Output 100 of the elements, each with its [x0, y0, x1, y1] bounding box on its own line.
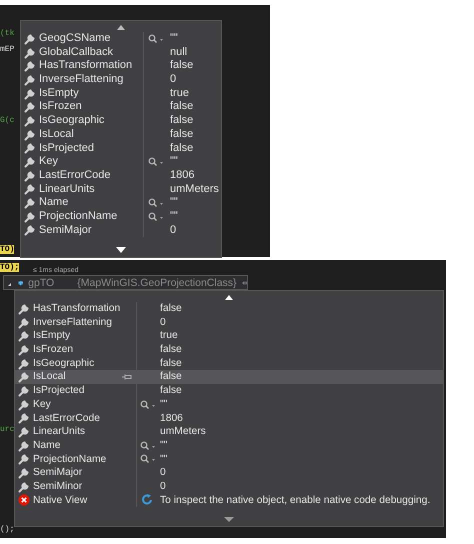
- property-value: false: [170, 114, 194, 128]
- code-text: TO): [0, 245, 14, 254]
- property-value: "": [160, 398, 168, 412]
- property-name: ProjectionName: [33, 452, 106, 466]
- wrench-icon: [24, 60, 36, 72]
- property-value: true: [160, 329, 178, 344]
- search-icon[interactable]: [140, 440, 156, 451]
- property-value: "": [170, 32, 178, 46]
- wrench-icon: [24, 128, 36, 141]
- wrench-icon: [24, 210, 36, 223]
- search-icon[interactable]: [148, 157, 164, 168]
- variable-name: gpTO: [28, 276, 54, 288]
- property-value: true: [170, 86, 189, 100]
- wrench-icon: [18, 371, 30, 384]
- property-name: SemiMinor: [33, 480, 82, 494]
- code-text: mEP: [0, 45, 14, 54]
- wrench-icon: [24, 114, 36, 127]
- property-value: false: [160, 343, 182, 357]
- property-value: umMeters: [160, 425, 206, 439]
- property-value: 0: [170, 73, 176, 87]
- property-name: IsProjected: [39, 142, 94, 156]
- wrench-icon: [24, 224, 36, 236]
- property-value: To inspect the native object, enable native code debugging.: [160, 494, 430, 508]
- wrench-icon: [18, 440, 30, 452]
- variable-type: {MapWinGIS.GeoProjectionClass}: [77, 276, 237, 288]
- property-value: "": [160, 452, 168, 466]
- property-name: ProjectionName: [39, 210, 118, 224]
- search-icon[interactable]: [148, 34, 164, 44]
- property-name: LinearUnits: [39, 182, 95, 196]
- search-icon[interactable]: [148, 198, 164, 208]
- error-icon: [18, 494, 30, 506]
- code-text: (tk: [0, 29, 14, 38]
- property-value: 0: [170, 224, 176, 238]
- search-icon[interactable]: [148, 212, 164, 222]
- property-value: "": [170, 210, 178, 224]
- property-value: "": [170, 196, 178, 210]
- search-icon[interactable]: [140, 454, 156, 464]
- code-text: urc: [0, 425, 14, 434]
- wrench-icon: [24, 183, 36, 196]
- scroll-up-icon[interactable]: [225, 295, 233, 300]
- property-name: HasTransformation: [33, 302, 120, 316]
- wrench-icon: [18, 453, 30, 466]
- property-name: IsGeographic: [33, 356, 94, 370]
- property-value: "": [170, 155, 178, 169]
- wrench-icon: [18, 344, 30, 356]
- search-icon[interactable]: [140, 400, 156, 410]
- property-name: Name: [39, 196, 68, 210]
- property-name: InverseFlattening: [33, 316, 112, 330]
- property-name: Native View: [33, 494, 88, 508]
- pin-icon[interactable]: [242, 278, 247, 286]
- property-name: IsFrozen: [39, 100, 82, 114]
- wrench-icon: [18, 358, 30, 370]
- property-value: false: [170, 128, 194, 142]
- scroll-up-icon[interactable]: [117, 25, 125, 30]
- pin-icon[interactable]: [122, 374, 132, 380]
- property-value: 1806: [160, 412, 183, 426]
- wrench-icon: [24, 156, 36, 168]
- property-value: 1806: [170, 168, 194, 183]
- wrench-icon: [18, 316, 30, 329]
- property-name: LastErrorCode: [33, 412, 100, 426]
- wrench-icon: [18, 467, 30, 480]
- property-name: IsLocal: [39, 128, 74, 142]
- property-name: SemiMajor: [33, 466, 82, 480]
- property-value: "": [160, 438, 168, 453]
- property-value: false: [170, 59, 194, 74]
- wrench-icon: [18, 426, 30, 438]
- property-name: IsProjected: [33, 384, 85, 398]
- wrench-icon: [24, 46, 36, 59]
- property-name: IsEmpty: [33, 329, 70, 344]
- wrench-icon: [24, 74, 36, 86]
- property-value: false: [160, 302, 182, 316]
- property-name: Key: [33, 398, 51, 412]
- wrench-icon: [24, 88, 36, 100]
- wrench-icon: [18, 480, 30, 493]
- wrench-icon: [24, 101, 36, 114]
- property-name: IsFrozen: [33, 343, 74, 357]
- wrench-icon: [18, 412, 30, 424]
- wrench-icon: [24, 197, 36, 210]
- code-text: ();: [0, 525, 14, 534]
- property-value: null: [170, 46, 188, 60]
- property-name: LinearUnits: [33, 425, 86, 439]
- property-value: false: [160, 384, 182, 398]
- wrench-icon: [18, 330, 30, 342]
- property-value: false: [170, 100, 194, 114]
- property-name: HasTransformation: [39, 59, 132, 74]
- property-value: 0: [160, 480, 166, 494]
- property-name: SemiMajor: [39, 224, 92, 238]
- property-name: IsEmpty: [39, 86, 79, 100]
- property-value: 0: [160, 316, 166, 330]
- wrench-icon: [24, 170, 36, 182]
- property-name: IsLocal: [33, 370, 66, 384]
- property-name: Key: [39, 155, 58, 169]
- property-value: false: [160, 356, 182, 370]
- property-value: false: [170, 142, 194, 156]
- code-text: TO);: [0, 263, 20, 272]
- wrench-icon: [24, 32, 36, 45]
- code-text: G(c: [0, 116, 14, 125]
- property-value: false: [160, 370, 182, 384]
- property-value: umMeters: [170, 182, 219, 196]
- scroll-down-icon[interactable]: [116, 247, 126, 253]
